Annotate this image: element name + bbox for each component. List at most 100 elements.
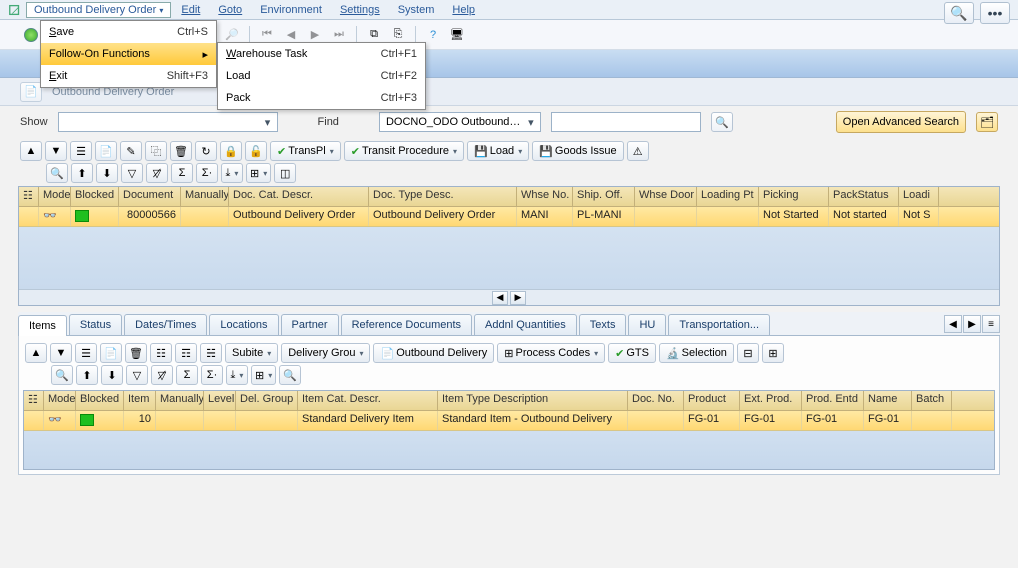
tab-scroll-left-icon[interactable]: ◀	[944, 315, 962, 333]
log-icon[interactable]: ⚠	[627, 141, 649, 161]
doc-icon[interactable]: 📄	[20, 82, 42, 102]
menu-system[interactable]: System	[390, 2, 443, 18]
subitem-button[interactable]: Subite	[225, 343, 278, 363]
menu-exit[interactable]: Exit Shift+F3	[41, 65, 216, 87]
col-doctype[interactable]: Doc. Type Desc.	[369, 187, 517, 206]
delivery-group-button[interactable]: Delivery Grou	[281, 343, 370, 363]
more-icon[interactable]: •••	[980, 2, 1010, 24]
menu-settings[interactable]: Settings	[332, 2, 388, 18]
menu-environment[interactable]: Environment	[252, 2, 330, 18]
col-picking[interactable]: Picking	[759, 187, 829, 206]
layout2-icon[interactable]: ⊟	[737, 343, 759, 363]
details2-icon[interactable]: ☰	[75, 343, 97, 363]
col-loadingpt[interactable]: Loading Pt	[697, 187, 759, 206]
details-icon[interactable]: ☰	[70, 141, 92, 161]
layout3-icon[interactable]: ⊞	[762, 343, 784, 363]
export-icon[interactable]: ⤓	[221, 163, 243, 183]
col2-delgroup[interactable]: Del. Group	[236, 391, 298, 410]
sort-desc-icon[interactable]: ⬇	[96, 163, 118, 183]
hier3-icon[interactable]: ☵	[200, 343, 222, 363]
tab-status[interactable]: Status	[69, 314, 122, 335]
open-advanced-search-button[interactable]: Open Advanced Search	[836, 111, 966, 133]
execute-find-icon[interactable]: 🔍	[711, 112, 733, 132]
delete2-icon[interactable]: 🗑	[125, 343, 147, 363]
graphic-icon[interactable]: ◫	[274, 163, 296, 183]
advanced-search-config-icon[interactable]: 🗂	[976, 112, 998, 132]
col2-docno[interactable]: Doc. No.	[628, 391, 684, 410]
outbound-delivery-button[interactable]: 📄Outbound Delivery	[373, 343, 494, 363]
col2-manually[interactable]: Manually	[156, 391, 204, 410]
menu-goto[interactable]: Goto	[210, 2, 250, 18]
col2-product[interactable]: Product	[684, 391, 740, 410]
col2-blocked[interactable]: Blocked	[76, 391, 124, 410]
tab-dates-times[interactable]: Dates/Times	[124, 314, 207, 335]
col2-prodent[interactable]: Prod. Entd	[802, 391, 864, 410]
menu-follow-on-functions[interactable]: Follow-On Functions ▸	[41, 43, 216, 65]
sort-asc2-icon[interactable]: ⬆	[76, 365, 98, 385]
col2-mode[interactable]: Mode	[44, 391, 76, 410]
new2-icon[interactable]: 📄	[100, 343, 122, 363]
subtotal-icon[interactable]: Σ·	[196, 163, 218, 183]
col2-batch[interactable]: Batch	[912, 391, 952, 410]
col-whsedoor[interactable]: Whse Door	[635, 187, 697, 206]
selection-button[interactable]: 🔬Selection	[659, 343, 734, 363]
filter-icon[interactable]: ▽	[121, 163, 143, 183]
col-document[interactable]: Document	[119, 187, 181, 206]
tab-partner[interactable]: Partner	[281, 314, 339, 335]
transpl-button[interactable]: ✔TransPl	[270, 141, 341, 161]
filter-del2-icon[interactable]: ▽̸	[151, 365, 173, 385]
customize-icon[interactable]: 🖥	[446, 24, 468, 46]
export2-icon[interactable]: ⤓	[226, 365, 248, 385]
subtot2-icon[interactable]: Σ·	[201, 365, 223, 385]
tab-transportation[interactable]: Transportation...	[668, 314, 770, 335]
col2-name[interactable]: Name	[864, 391, 912, 410]
tab-addnl-quantities[interactable]: Addnl Quantities	[474, 314, 577, 335]
submenu-pack[interactable]: Pack Ctrl+F3	[218, 87, 425, 109]
submenu-warehouse-task[interactable]: Warehouse Task Ctrl+F1	[218, 43, 425, 65]
copy-icon[interactable]: ⿻	[145, 141, 167, 161]
find-input[interactable]	[551, 112, 701, 132]
menu-save[interactable]: Save Ctrl+S	[41, 21, 216, 43]
tab-items[interactable]: Items	[18, 315, 67, 336]
collapse-icon[interactable]: ▲	[20, 141, 42, 161]
col2-rowsel[interactable]: ☷	[24, 391, 44, 410]
lock-icon[interactable]: 🔒	[220, 141, 242, 161]
grid1-row[interactable]: 👓 80000566 Outbound Delivery Order Outbo…	[19, 207, 999, 227]
new-icon[interactable]: 📄	[95, 141, 117, 161]
delete-icon[interactable]: 🗑	[170, 141, 192, 161]
tab-texts[interactable]: Texts	[579, 314, 627, 335]
col-doccat[interactable]: Doc. Cat. Descr.	[229, 187, 369, 206]
col2-level[interactable]: Level	[204, 391, 236, 410]
col2-itemcat[interactable]: Item Cat. Descr.	[298, 391, 438, 410]
tab-list-icon[interactable]: ≡	[982, 315, 1000, 333]
sum-icon[interactable]: Σ	[171, 163, 193, 183]
load-button[interactable]: 💾Load	[467, 141, 529, 161]
tab-locations[interactable]: Locations	[209, 314, 278, 335]
col-rowsel[interactable]: ☷	[19, 187, 39, 206]
sort-asc-icon[interactable]: ⬆	[71, 163, 93, 183]
col-manually[interactable]: Manually	[181, 187, 229, 206]
col2-extprod[interactable]: Ext. Prod.	[740, 391, 802, 410]
submenu-load[interactable]: Load Ctrl+F2	[218, 65, 425, 87]
tab-reference-documents[interactable]: Reference Documents	[341, 314, 472, 335]
filter2-icon[interactable]: ▽	[126, 365, 148, 385]
tab-scroll-right-icon[interactable]: ▶	[963, 315, 981, 333]
find-in-grid-icon[interactable]: 🔍	[46, 163, 68, 183]
filter-delete-icon[interactable]: ▽̸	[146, 163, 168, 183]
process-codes-button[interactable]: ⊞Process Codes	[497, 343, 605, 363]
col-mode[interactable]: Mode	[39, 187, 71, 206]
menu-edit[interactable]: Edit	[173, 2, 208, 18]
expand-icon[interactable]: ▼	[45, 141, 67, 161]
scroll-left-icon[interactable]: ◀	[492, 291, 508, 305]
sort-desc2-icon[interactable]: ⬇	[101, 365, 123, 385]
sum2-icon[interactable]: Σ	[176, 365, 198, 385]
accept-icon[interactable]	[20, 24, 42, 46]
hier-icon[interactable]: ☷	[150, 343, 172, 363]
menu-outbound-delivery-order[interactable]: Outbound Delivery Order ▾	[26, 2, 171, 18]
col-packstatus[interactable]: PackStatus	[829, 187, 899, 206]
col2-itemtype[interactable]: Item Type Description	[438, 391, 628, 410]
col-loading[interactable]: Loadi	[899, 187, 939, 206]
graphic2-icon[interactable]: 🔍	[279, 365, 301, 385]
menu-command-icon[interactable]	[6, 3, 24, 17]
hier2-icon[interactable]: ☶	[175, 343, 197, 363]
